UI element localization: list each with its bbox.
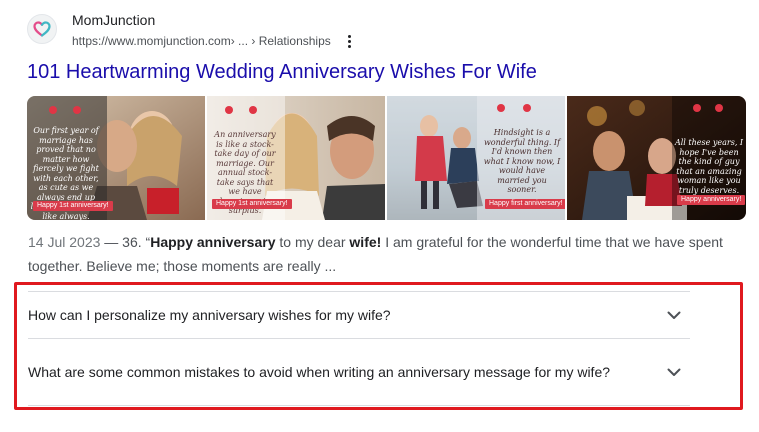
image-2-badge: Happy 1st anniversary! xyxy=(212,199,292,209)
image-strip: Our first year of marriage has proved th… xyxy=(27,96,746,220)
url-domain: https://www.momjunction.com xyxy=(72,34,231,48)
faq-divider xyxy=(28,405,690,406)
faq-question-2: What are some common mistakes to avoid w… xyxy=(28,364,611,380)
result-title-link[interactable]: 101 Heartwarming Wedding Anniversary Wis… xyxy=(27,59,537,85)
more-vert-icon[interactable] xyxy=(344,33,356,49)
result-image-3[interactable]: Hindsight is a wonderful thing. If I'd k… xyxy=(387,96,565,220)
snippet-bold-1: Happy anniversary xyxy=(150,234,276,250)
result-source[interactable]: MomJunction https://www.momjunction.com … xyxy=(27,11,356,50)
image-4-badge: Happy anniversary! xyxy=(677,195,746,205)
snippet-text-1: to my dear xyxy=(275,234,350,250)
url-path: › ... › Relationships xyxy=(230,34,331,48)
faq-question-1: How can I personalize my anniversary wis… xyxy=(28,307,391,323)
result-image-4[interactable]: All these years, I hope I've been the ki… xyxy=(567,96,746,220)
snippet-date: 14 Jul 2023 xyxy=(28,234,101,250)
faq-item-1[interactable]: How can I personalize my anniversary wis… xyxy=(28,291,690,338)
chevron-down-icon[interactable] xyxy=(662,303,686,327)
image-1-badge: Happy 1st anniversary! xyxy=(33,201,113,211)
result-image-1[interactable]: Our first year of marriage has proved th… xyxy=(27,96,205,220)
image-4-quote: All these years, I hope I've been the ki… xyxy=(674,138,744,195)
chevron-down-icon[interactable] xyxy=(662,360,686,384)
result-image-2[interactable]: An anniversary is like a stock-take day … xyxy=(207,96,385,220)
site-url[interactable]: https://www.momjunction.com › ... › Rela… xyxy=(72,32,356,50)
site-name[interactable]: MomJunction xyxy=(72,11,356,29)
result-snippet: 14 Jul 2023 — 36. “Happy anniversary to … xyxy=(28,230,728,278)
snippet-bold-2: wife! xyxy=(349,234,382,250)
image-3-badge: Happy first anniversary! xyxy=(485,199,565,209)
heart-logo-icon xyxy=(27,14,57,44)
image-3-quote: Hindsight is a wonderful thing. If I'd k… xyxy=(483,128,561,194)
snippet-sep: — 36. “ xyxy=(100,234,151,250)
faq-item-2[interactable]: What are some common mistakes to avoid w… xyxy=(28,338,690,405)
